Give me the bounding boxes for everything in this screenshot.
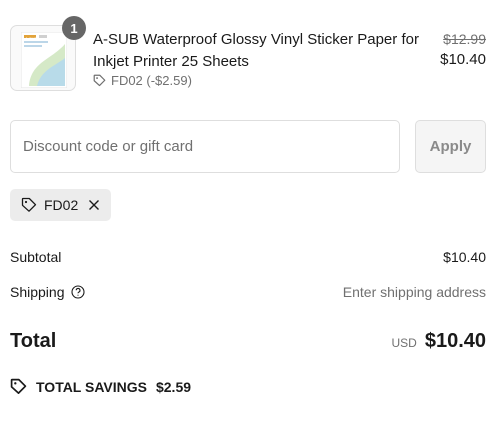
total-savings: TOTAL SAVINGS $2.59 — [10, 378, 191, 395]
subtotal-value: $10.40 — [443, 249, 486, 265]
tag-icon — [21, 197, 37, 213]
svg-text:A-SUB: A-SUB — [25, 36, 38, 41]
discount-code-input[interactable] — [10, 120, 400, 173]
product-discount-text: FD02 (-$2.59) — [111, 73, 192, 88]
savings-label: TOTAL SAVINGS — [36, 378, 147, 395]
quantity-badge: 1 — [62, 16, 86, 40]
tag-icon — [10, 378, 27, 395]
subtotal-label: Subtotal — [10, 249, 62, 265]
close-icon — [89, 200, 100, 210]
original-price: $12.99 — [443, 31, 486, 47]
total-label: Total — [10, 330, 57, 352]
applied-discount-chip: FD02 — [10, 189, 112, 221]
remove-code-button[interactable] — [88, 199, 100, 211]
product-discount-line: FD02 (-$2.59) — [93, 73, 192, 88]
info-icon[interactable] — [70, 285, 85, 299]
shipping-row-label: Shipping — [10, 284, 85, 300]
savings-value: $2.59 — [155, 378, 192, 395]
sticker-paper-image: A-SUB — [21, 32, 67, 88]
applied-code-label: FD02 — [44, 197, 79, 213]
product-title: A-SUB Waterproof Glossy Vinyl Sticker Pa… — [93, 31, 419, 70]
product-price: $10.40 — [440, 51, 486, 68]
total-row-value: USD $10.40 — [391, 330, 486, 353]
total-value: $10.40 — [424, 330, 486, 352]
shipping-value: Enter shipping address — [342, 284, 486, 300]
apply-button[interactable]: Apply — [415, 120, 486, 173]
shipping-label: Shipping — [10, 284, 65, 300]
tag-icon — [93, 74, 106, 87]
currency-code: USD — [391, 336, 417, 350]
